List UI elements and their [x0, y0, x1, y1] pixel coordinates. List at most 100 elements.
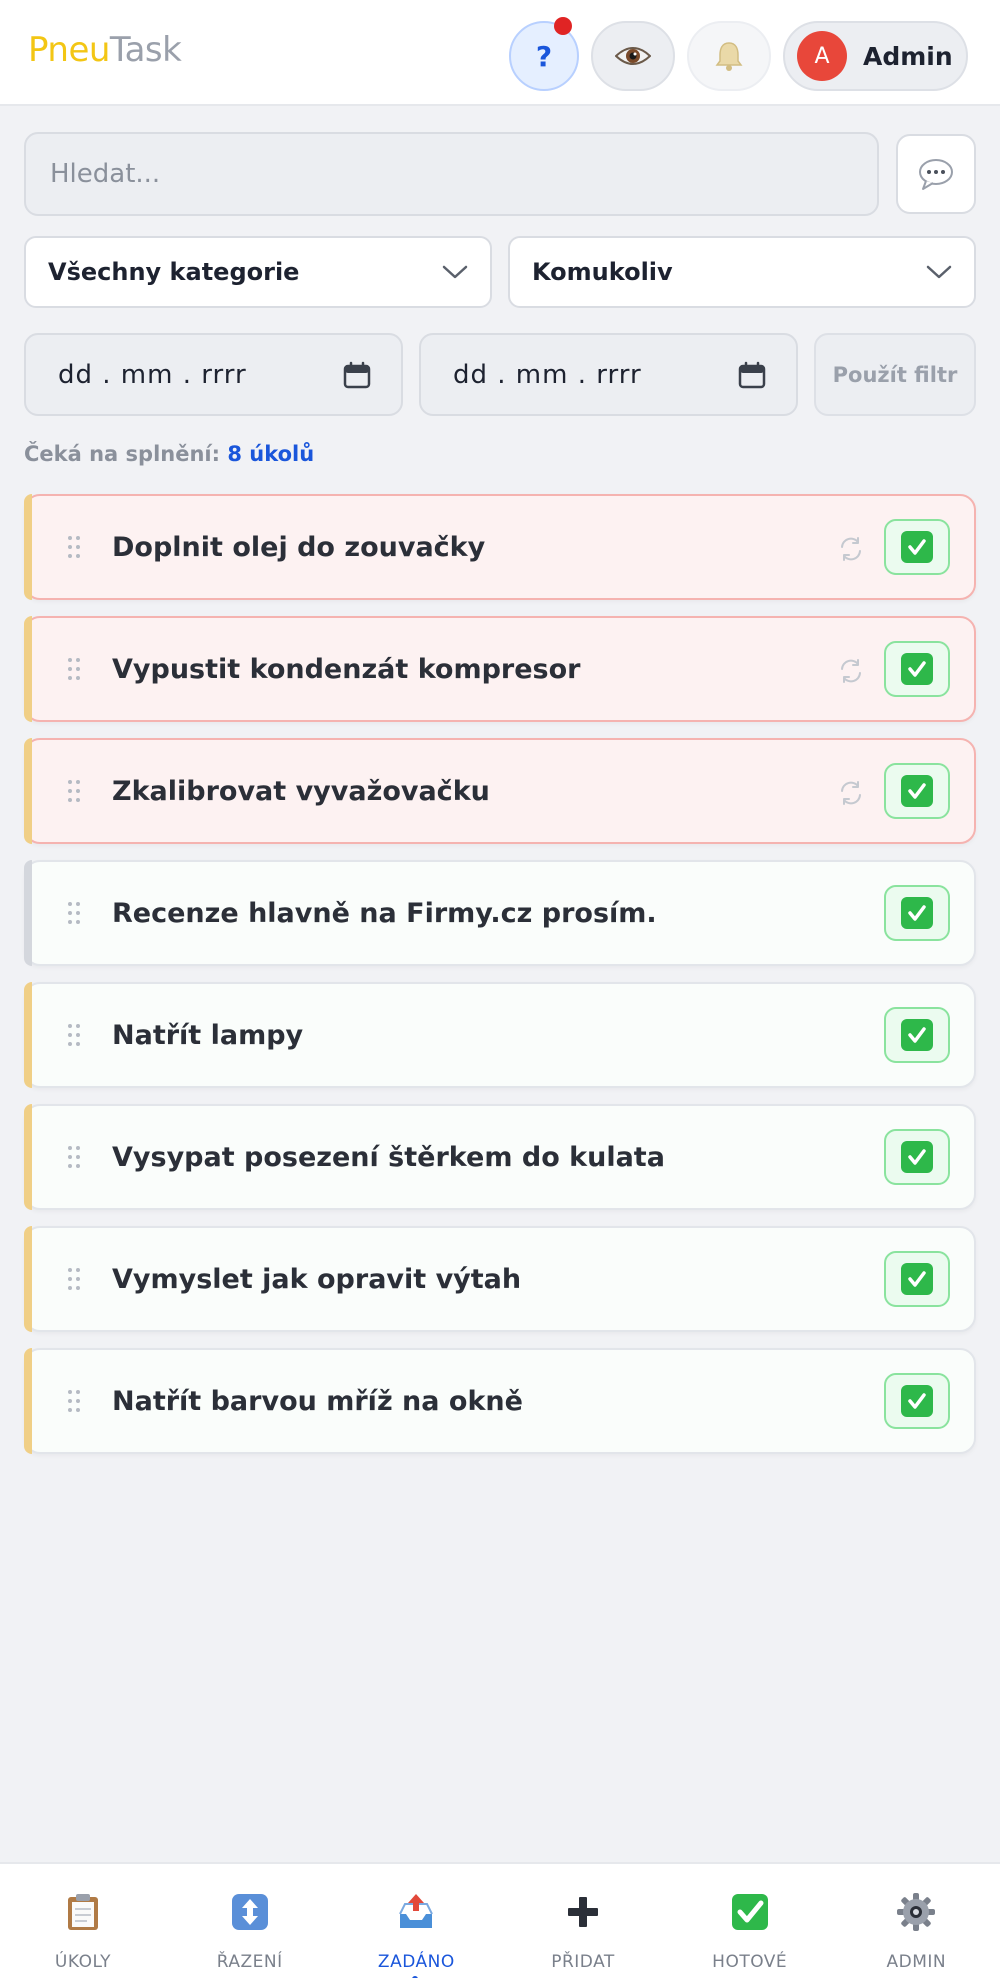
gear-icon — [896, 1892, 936, 1932]
user-name: Admin — [863, 41, 953, 71]
assignee-select-value: Komukoliv — [532, 258, 673, 286]
view-toggle-button[interactable] — [591, 21, 675, 91]
check-mark-icon — [901, 775, 933, 807]
complete-task-button[interactable] — [884, 1373, 950, 1429]
nav-item-4[interactable]: PŘIDAT — [500, 1864, 666, 1978]
notifications-button[interactable] — [687, 21, 771, 91]
task-accent-bar — [24, 1348, 32, 1454]
eye-icon — [615, 47, 651, 65]
task-accent-bar — [24, 616, 32, 722]
pending-counter-value[interactable]: 8 úkolů — [227, 442, 314, 466]
check-mark-icon — [901, 1385, 933, 1417]
apply-filter-button[interactable]: Použít filtr — [814, 333, 976, 416]
check-mark-icon — [901, 1141, 933, 1173]
drag-handle-icon[interactable] — [68, 1268, 82, 1290]
complete-task-button[interactable] — [884, 641, 950, 697]
complete-task-button[interactable] — [884, 1129, 950, 1185]
check-mark-icon — [901, 1263, 933, 1295]
task-accent-bar — [24, 860, 32, 966]
help-button[interactable]: ? — [509, 17, 579, 91]
check-mark-icon — [730, 1892, 770, 1932]
check-mark-icon — [901, 653, 933, 685]
nav-item-5[interactable]: HOTOVÉ — [667, 1864, 833, 1978]
date-from-field[interactable]: dd . mm . rrrr — [24, 333, 403, 416]
recurring-icon — [838, 658, 864, 688]
complete-task-button[interactable] — [884, 1251, 950, 1307]
drag-handle-icon[interactable] — [68, 902, 82, 924]
task-row[interactable]: Vymyslet jak opravit výtah — [24, 1226, 976, 1332]
task-title[interactable]: Vymyslet jak opravit výtah — [112, 1264, 521, 1295]
task-row[interactable]: Natřít lampy — [24, 982, 976, 1088]
date-to-field[interactable]: dd . mm . rrrr — [419, 333, 798, 416]
bell-icon — [715, 42, 743, 71]
task-title[interactable]: Vysypat posezení štěrkem do kulata — [112, 1142, 665, 1173]
task-accent-bar — [24, 982, 32, 1088]
complete-task-button[interactable] — [884, 519, 950, 575]
category-select[interactable]: Všechny kategorie — [24, 236, 492, 308]
task-title[interactable]: Vypustit kondenzát kompresor — [112, 654, 581, 685]
search-input[interactable] — [24, 132, 879, 216]
logo-part-pneu: Pneu — [28, 30, 110, 70]
nav-item-label: PŘIDAT — [551, 1952, 615, 1972]
calendar-icon[interactable] — [738, 361, 766, 389]
complete-task-button[interactable] — [884, 763, 950, 819]
recurring-icon — [838, 780, 864, 810]
task-title[interactable]: Natřít barvou mříž na okně — [112, 1386, 523, 1417]
task-row[interactable]: Recenze hlavně na Firmy.cz prosím. — [24, 860, 976, 966]
task-title[interactable]: Recenze hlavně na Firmy.cz prosím. — [112, 898, 657, 929]
task-accent-bar — [24, 1104, 32, 1210]
speech-bubble-icon — [919, 159, 953, 190]
assignee-select[interactable]: Komukoliv — [508, 236, 976, 308]
task-row[interactable]: Doplnit olej do zouvačky — [24, 494, 976, 600]
nav-item-label: ÚKOLY — [54, 1952, 112, 1972]
task-row[interactable]: Vypustit kondenzát kompresor — [24, 616, 976, 722]
task-accent-bar — [24, 738, 32, 844]
task-row[interactable]: Vysypat posezení štěrkem do kulata — [24, 1104, 976, 1210]
check-mark-icon — [901, 897, 933, 929]
task-row[interactable]: Zkalibrovat vyvažovačku — [24, 738, 976, 844]
app-logo[interactable]: PneuTask — [28, 30, 182, 70]
nav-item-1[interactable]: ÚKOLY — [0, 1864, 166, 1978]
task-title[interactable]: Doplnit olej do zouvačky — [112, 532, 485, 563]
complete-task-button[interactable] — [884, 1007, 950, 1063]
comments-button[interactable] — [896, 134, 976, 214]
check-mark-icon — [901, 1019, 933, 1051]
date-from-placeholder: dd . mm . rrrr — [58, 359, 247, 390]
task-row[interactable]: Natřít barvou mříž na okně — [24, 1348, 976, 1454]
clipboard-icon — [63, 1892, 103, 1932]
nav-item-label: ADMIN — [886, 1952, 947, 1972]
category-select-value: Všechny kategorie — [48, 258, 300, 286]
drag-handle-icon[interactable] — [68, 780, 82, 802]
outbox-tray-icon — [396, 1892, 436, 1932]
task-title[interactable]: Zkalibrovat vyvažovačku — [112, 776, 490, 807]
task-list: Doplnit olej do zouvačky Vypustit kondenz… — [24, 494, 976, 1470]
recurring-icon — [838, 536, 864, 566]
logo-part-task: Task — [109, 30, 182, 70]
app-header: PneuTask ? A Admin — [0, 0, 1000, 106]
pending-counter: Čeká na splnění: 8 úkolů — [24, 442, 314, 466]
complete-task-button[interactable] — [884, 885, 950, 941]
date-to-placeholder: dd . mm . rrrr — [453, 359, 642, 390]
nav-item-label: ZADÁNO — [377, 1952, 455, 1972]
nav-item-2[interactable]: ŘAZENÍ — [167, 1864, 333, 1978]
drag-handle-icon[interactable] — [68, 536, 82, 558]
task-accent-bar — [24, 1226, 32, 1332]
nav-item-6[interactable]: ADMIN — [833, 1864, 999, 1978]
help-icon: ? — [535, 39, 553, 73]
drag-handle-icon[interactable] — [68, 1390, 82, 1412]
notification-dot — [554, 17, 572, 35]
nav-item-3[interactable]: ZADÁNO — [333, 1864, 499, 1978]
task-title[interactable]: Natřít lampy — [112, 1020, 303, 1051]
task-accent-bar — [24, 494, 32, 600]
avatar: A — [797, 31, 847, 81]
drag-handle-icon[interactable] — [68, 1024, 82, 1046]
plus-icon — [563, 1892, 603, 1932]
pending-counter-label: Čeká na splnění: — [24, 442, 221, 466]
nav-item-label: HOTOVÉ — [712, 1952, 788, 1972]
sort-arrows-icon — [230, 1892, 270, 1932]
user-menu-button[interactable]: A Admin — [783, 21, 968, 91]
drag-handle-icon[interactable] — [68, 1146, 82, 1168]
bottom-navigation: ÚKOLY ŘAZENÍ ZADÁNO PŘIDAT HOTOVÉ ADMIN — [0, 1862, 1000, 1978]
drag-handle-icon[interactable] — [68, 658, 82, 680]
calendar-icon[interactable] — [343, 361, 371, 389]
